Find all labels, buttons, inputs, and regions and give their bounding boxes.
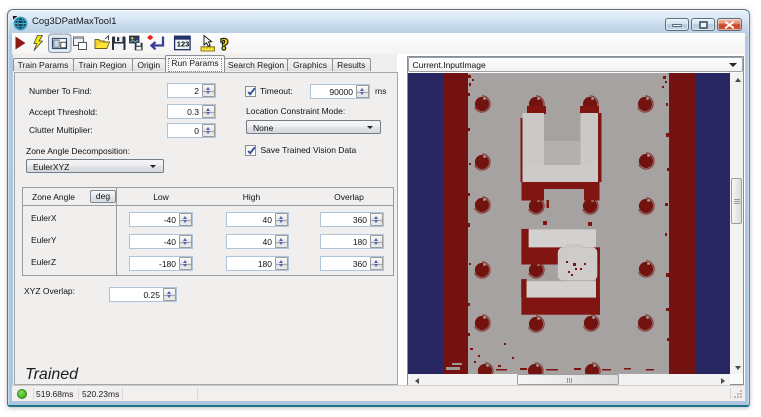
svg-text:?: ? [221, 37, 229, 54]
svg-text:123: 123 [177, 39, 190, 48]
